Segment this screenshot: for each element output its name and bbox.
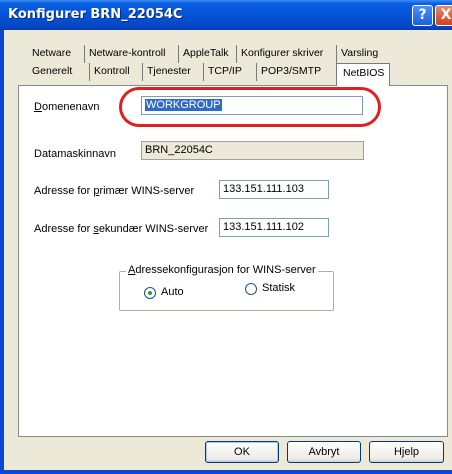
window-title: Konfigurer BRN_22054C — [8, 7, 183, 22]
tab-label: Netware — [32, 47, 72, 59]
tab-label: TCP/IP — [208, 65, 242, 77]
dialog-window: Konfigurer BRN_22054C ? X Netware Netwar… — [0, 0, 452, 474]
title-bar[interactable]: Konfigurer BRN_22054C ? X — [0, 0, 452, 30]
tab-label: NetBIOS — [343, 67, 385, 79]
accelerator-key: D — [34, 101, 42, 113]
radio-statisk-label: Statisk — [262, 282, 296, 294]
button-label: OK — [234, 446, 250, 458]
primary-wins-label: Adresse for primær WINS-server — [34, 185, 194, 197]
tab-kontroll[interactable]: Kontroll — [89, 63, 134, 81]
tab-konfigurer-skriver[interactable]: Konfigurer skriver — [236, 45, 327, 63]
tab-netbios[interactable]: NetBIOS — [336, 63, 390, 86]
wins-config-legend: Adressekonfigurasjon for WINS-server — [126, 264, 318, 276]
radio-statisk[interactable] — [245, 283, 257, 295]
label-text: Adresse for — [34, 223, 94, 235]
secondary-wins-label: Adresse for sekundær WINS-server — [34, 223, 208, 235]
field-value: 133.151.111.103 — [223, 183, 304, 195]
close-button[interactable]: X — [435, 5, 452, 26]
tab-label: Tjenester — [147, 65, 191, 77]
tab-label: Varsling — [341, 47, 379, 59]
computer-name-field: BRN_22054C — [141, 141, 364, 160]
radio-auto-label: Auto — [161, 286, 184, 298]
window-frame-bottom — [0, 470, 452, 474]
legend-text: dressekonfigurasjon for WINS-server — [135, 264, 316, 276]
tab-label: Netware-kontroll — [89, 47, 166, 59]
label-text: rimær WINS-server — [99, 185, 195, 197]
label-text: ekundær WINS-server — [98, 223, 209, 235]
tab-label: Konfigurer skriver — [241, 47, 324, 59]
computer-name-label: Datamaskinnavn — [34, 148, 116, 160]
tab-panel-netbios — [18, 85, 448, 437]
primary-wins-input[interactable]: 133.151.111.103 — [219, 180, 329, 199]
tab-label: AppleTalk — [183, 47, 229, 59]
tab-pop3-smtp[interactable]: POP3/SMTP — [256, 63, 325, 81]
field-value: 133.151.111.102 — [223, 221, 304, 233]
tab-label: POP3/SMTP — [261, 65, 322, 77]
tab-tjenester[interactable]: Tjenester — [142, 63, 195, 81]
tab-appletalk[interactable]: AppleTalk — [178, 45, 233, 63]
button-label: Hjelp — [393, 446, 420, 458]
label-text: Adresse for — [34, 185, 94, 197]
ok-button[interactable]: OK — [205, 441, 279, 463]
radio-selected-dot — [148, 291, 152, 295]
close-icon: X — [440, 7, 452, 23]
highlight-oval — [119, 87, 381, 127]
radio-auto[interactable] — [144, 287, 156, 299]
tab-varsling[interactable]: Varsling — [336, 45, 382, 63]
secondary-wins-input[interactable]: 133.151.111.102 — [219, 218, 329, 237]
window-frame-left — [0, 30, 4, 474]
help-button[interactable]: Hjelp — [369, 441, 444, 463]
cancel-button[interactable]: Avbryt — [287, 441, 361, 463]
tab-label: Generelt — [32, 65, 73, 77]
tab-netware[interactable]: Netware — [28, 45, 75, 63]
tab-netware-kontroll[interactable]: Netware-kontroll — [84, 45, 169, 63]
button-label: Avbryt — [308, 446, 340, 458]
tab-tcp-ip[interactable]: TCP/IP — [203, 63, 246, 81]
tab-label: Kontroll — [94, 65, 130, 77]
tab-generelt[interactable]: Generelt — [28, 63, 76, 81]
question-mark-icon: ? — [418, 7, 427, 23]
field-value: BRN_22054C — [145, 144, 213, 156]
help-title-button[interactable]: ? — [412, 5, 433, 26]
domain-name-label: Domenenavn — [34, 101, 99, 113]
label-text: omenenavn — [41, 101, 100, 113]
